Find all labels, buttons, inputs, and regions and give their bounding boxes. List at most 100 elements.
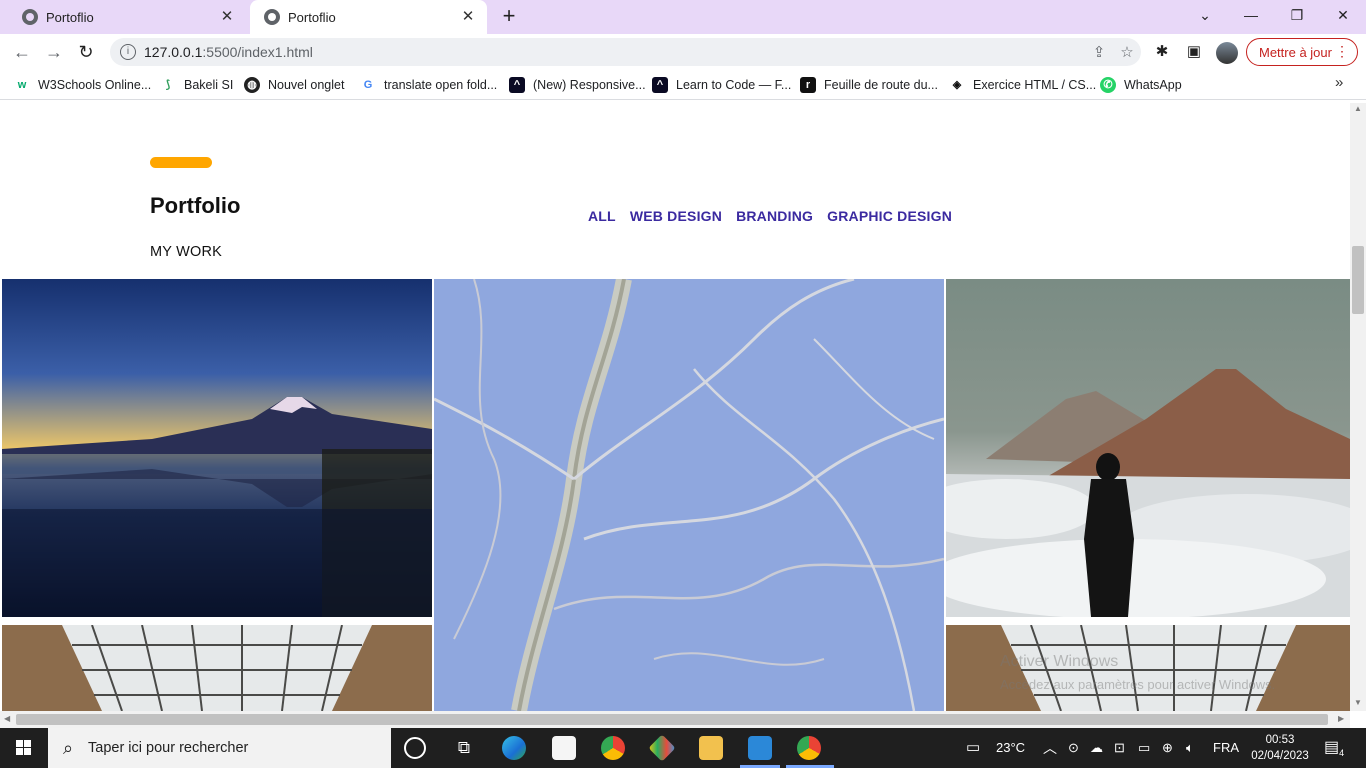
globe-icon xyxy=(264,9,280,25)
share-icon[interactable]: ⇪ xyxy=(1085,43,1113,61)
bookmark-label: Learn to Code — F... xyxy=(676,78,792,92)
page-subtitle: MY WORK xyxy=(150,244,223,260)
document-icon: r xyxy=(800,77,816,93)
bookmark-label: Bakeli SI xyxy=(184,78,234,92)
bookmark-item[interactable]: r Feuille de route du... xyxy=(800,76,938,94)
bookmark-item[interactable]: ^ (New) Responsive... xyxy=(509,76,646,94)
onedrive-icon[interactable]: ☁ xyxy=(1090,728,1103,768)
reload-icon[interactable]: ↻ xyxy=(74,40,98,64)
freecodecamp-icon: ^ xyxy=(509,77,525,93)
system-clock[interactable]: 00:53 02/04/2023 xyxy=(1248,732,1312,764)
mountain-lake-graphic xyxy=(2,397,432,617)
tab-strip: Portoflio ✕ Portoflio ✕ + ⌄ — ❐ ✕ xyxy=(0,0,1366,34)
forward-icon[interactable]: → xyxy=(42,40,66,64)
browser-tab-active[interactable]: Portoflio ✕ xyxy=(250,0,487,34)
weather-icon[interactable]: ▭ xyxy=(966,728,980,768)
network-icon[interactable]: ⊕ xyxy=(1162,728,1173,768)
extensions-icon[interactable]: ✱ xyxy=(1152,42,1172,62)
codepen-icon: ◈ xyxy=(952,79,962,91)
globe-icon: ◍ xyxy=(244,77,260,93)
chrome-icon[interactable] xyxy=(601,736,625,760)
battery-icon[interactable]: ▭ xyxy=(1138,728,1150,768)
bookmark-item[interactable]: Gtranslate open fold... xyxy=(360,76,498,94)
address-bar[interactable]: i 127.0.0.1:5500/index1.html ⇪ ☆ xyxy=(110,38,1141,66)
vscode-icon[interactable] xyxy=(748,736,772,760)
portfolio-image-clouds-mountain[interactable] xyxy=(946,279,1350,617)
task-view-icon[interactable]: ⧉ xyxy=(452,736,476,760)
google-icon: G xyxy=(363,79,373,91)
vertical-scrollbar-thumb[interactable] xyxy=(1352,246,1364,314)
page-title: Portfolio xyxy=(150,193,241,218)
update-button[interactable]: Mettre à jour ⋮ xyxy=(1246,38,1358,66)
update-button-label: Mettre à jour xyxy=(1259,44,1332,60)
portfolio-image-branches-moon[interactable] xyxy=(434,279,944,711)
filter-graphic-design[interactable]: GRAPHIC DESIGN xyxy=(827,208,952,224)
clouds-mountain-graphic xyxy=(946,369,1350,617)
bookmark-item[interactable]: ◈ Exercice HTML / CS... xyxy=(949,76,1096,94)
horizontal-scrollbar-thumb[interactable] xyxy=(16,714,1328,725)
gallery-roof-graphic xyxy=(2,625,432,711)
back-icon[interactable]: ← xyxy=(10,40,34,64)
bookmark-item[interactable]: ⟆ Bakeli SI xyxy=(160,76,234,94)
scroll-up-icon[interactable]: ▲ xyxy=(1354,104,1362,113)
portfolio-image-mountain-lake[interactable] xyxy=(2,279,432,617)
bookmark-item[interactable]: ◍ Nouvel onglet xyxy=(244,76,344,94)
scroll-left-icon[interactable]: ◀ xyxy=(4,714,10,723)
input-language[interactable]: FRA xyxy=(1213,728,1239,768)
bookmark-item[interactable]: ✆ WhatsApp xyxy=(1100,76,1182,94)
bookmark-item[interactable]: ^ Learn to Code — F... xyxy=(652,76,791,94)
bookmark-star-icon[interactable]: ☆ xyxy=(1113,43,1141,61)
filter-branding[interactable]: BRANDING xyxy=(736,208,813,224)
clock-time: 00:53 xyxy=(1265,734,1295,746)
taskbar-search[interactable]: ⌕ Taper ici pour rechercher xyxy=(48,728,391,768)
portfolio-filters: ALL WEB DESIGN BRANDING GRAPHIC DESIGN xyxy=(588,208,952,224)
portfolio-image-gallery-roof[interactable] xyxy=(2,625,432,711)
close-tab-icon[interactable]: ✕ xyxy=(218,8,236,26)
tray-app-icon[interactable]: ⊙ xyxy=(1068,728,1079,768)
tab-search-icon[interactable]: ⌄ xyxy=(1182,0,1228,30)
cortana-icon[interactable] xyxy=(404,737,426,759)
store-icon[interactable] xyxy=(552,736,576,760)
file-explorer-icon[interactable] xyxy=(699,736,723,760)
scroll-right-icon[interactable]: ▶ xyxy=(1338,714,1344,723)
edge-icon[interactable] xyxy=(502,736,526,760)
show-hidden-icons[interactable]: ︿ xyxy=(1043,728,1057,768)
close-tab-icon[interactable]: ✕ xyxy=(459,8,477,26)
bookmark-label: WhatsApp xyxy=(1124,78,1182,92)
close-window-button[interactable]: ✕ xyxy=(1320,0,1366,30)
side-panel-icon[interactable]: ▣ xyxy=(1184,42,1204,62)
windows-logo-icon xyxy=(16,740,31,755)
globe-icon xyxy=(22,9,38,25)
windows-activation-title: Activer Windows xyxy=(1000,653,1119,670)
bakeli-icon: ⟆ xyxy=(165,79,171,91)
w3schools-icon: w xyxy=(17,79,27,91)
scroll-down-icon[interactable]: ▼ xyxy=(1354,698,1362,707)
notification-app-icon[interactable]: ⊡ xyxy=(1114,728,1125,768)
filter-all[interactable]: ALL xyxy=(588,208,616,224)
volume-icon[interactable]: 🔈︎ xyxy=(1186,728,1194,768)
app-icon[interactable] xyxy=(648,734,676,762)
page-viewport: Portfolio MY WORK ALL WEB DESIGN BRANDIN… xyxy=(0,103,1350,711)
filter-web-design[interactable]: WEB DESIGN xyxy=(630,208,722,224)
profile-avatar[interactable] xyxy=(1216,42,1238,64)
vertical-scrollbar[interactable] xyxy=(1350,103,1366,711)
weather-temperature[interactable]: 23°C xyxy=(996,728,1025,768)
branches-moon-graphic xyxy=(434,279,944,711)
restore-button[interactable]: ❐ xyxy=(1274,0,1320,30)
url-text[interactable]: 127.0.0.1:5500/index1.html xyxy=(144,44,1085,60)
search-placeholder: Taper ici pour rechercher xyxy=(88,740,249,756)
menu-dots-icon[interactable]: ⋮ xyxy=(1335,43,1349,60)
bookmark-item[interactable]: w W3Schools Online... xyxy=(14,76,152,94)
more-bookmarks-icon[interactable]: » xyxy=(1335,74,1343,91)
freecodecamp-icon: ^ xyxy=(652,77,668,93)
browser-tab[interactable]: Portoflio ✕ xyxy=(8,0,246,34)
bookmark-label: Nouvel onglet xyxy=(268,78,345,92)
whatsapp-icon: ✆ xyxy=(1100,77,1116,93)
windows-taskbar: ⌕ Taper ici pour rechercher ⧉ ▭ 23°C ︿ ⊙… xyxy=(0,728,1366,768)
windows-start-button[interactable] xyxy=(0,728,48,768)
notification-center-icon[interactable]: ▤4 xyxy=(1324,728,1344,768)
chrome-icon[interactable] xyxy=(797,736,821,760)
minimize-button[interactable]: — xyxy=(1228,0,1274,30)
new-tab-button[interactable]: + xyxy=(498,5,520,28)
site-info-icon[interactable]: i xyxy=(120,44,136,60)
